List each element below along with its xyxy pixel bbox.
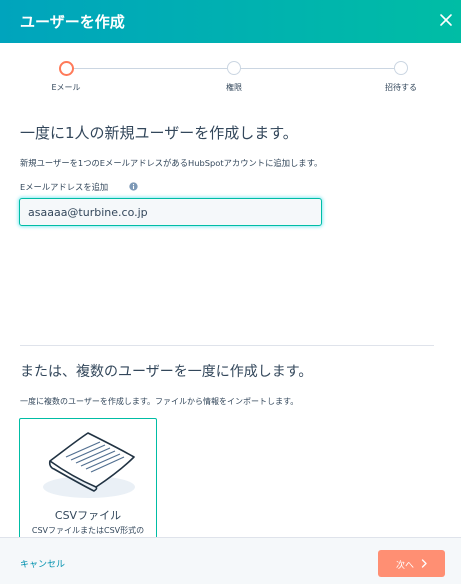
chevron-right-icon: [421, 559, 427, 568]
email-input[interactable]: [19, 198, 322, 226]
close-icon: [440, 14, 452, 26]
single-user-heading: 一度に1人の新規ユーザーを作成します。: [20, 124, 298, 142]
csv-card-description: CSVファイルまたはCSV形式の: [31, 526, 145, 535]
multiple-users-description: 一度に複数のユーザーを作成します。ファイルから情報をインポートします。: [20, 397, 299, 406]
modal-title: ユーザーを作成: [20, 13, 125, 31]
info-icon[interactable]: [129, 182, 138, 191]
stepper-line: [240, 68, 394, 69]
step-dot-invite: [394, 61, 408, 75]
single-user-description: 新規ユーザーを1つのEメールアドレスがあるHubSpotアカウントに追加します。: [20, 158, 323, 168]
cancel-button[interactable]: キャンセル: [20, 557, 65, 570]
next-button[interactable]: 次へ: [378, 550, 445, 577]
csv-card-title: CSVファイル: [54, 509, 122, 522]
next-button-label: 次へ: [396, 561, 415, 571]
step-label-invite: 招待する: [385, 83, 417, 92]
stepper-line: [73, 68, 227, 69]
modal-footer: キャンセル 次へ: [0, 537, 461, 584]
email-field-label: Eメールアドレスを追加: [20, 182, 109, 192]
close-button[interactable]: [433, 7, 459, 33]
section-divider: [20, 345, 434, 346]
step-label-email: Eメール: [51, 83, 81, 92]
step-label-permissions: 権限: [226, 83, 242, 92]
step-dot-permissions: [227, 61, 241, 75]
progress-stepper: Eメール 権限 招待する: [0, 60, 461, 100]
csv-import-card[interactable]: CSVファイル CSVファイルまたはCSV形式の: [19, 418, 157, 548]
modal-header: ユーザーを作成: [0, 0, 461, 43]
multiple-users-heading: または、複数のユーザーを一度に作成します。: [20, 364, 313, 380]
step-dot-email: [59, 61, 74, 76]
csv-document-icon: [43, 432, 135, 498]
